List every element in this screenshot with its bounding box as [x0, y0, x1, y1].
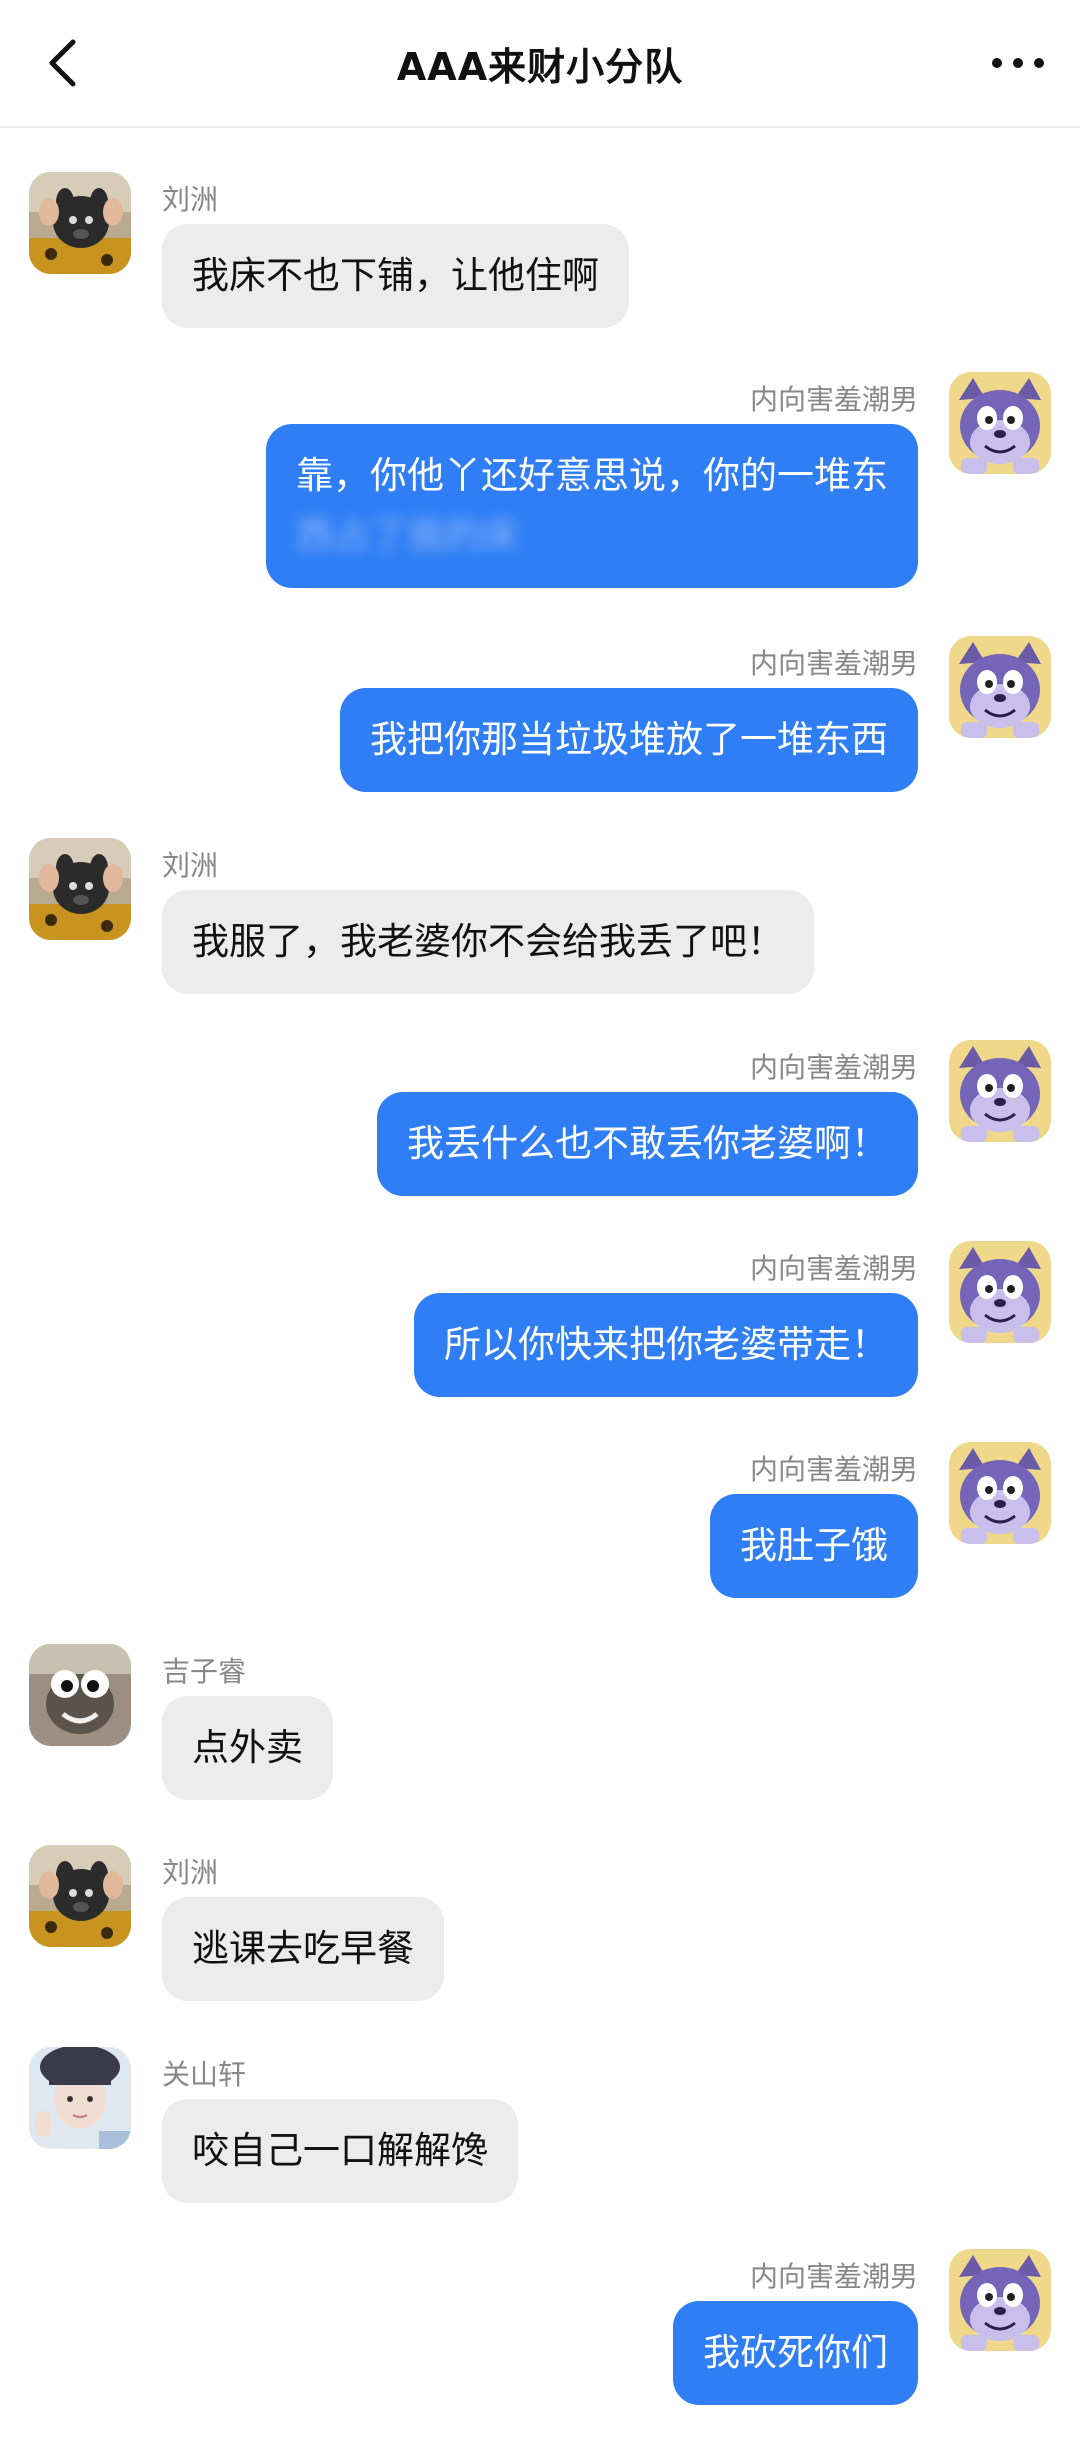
message-text: 我丢什么也不敢丢你老婆啊！ [407, 1122, 888, 1165]
message-bubble[interactable]: 我肚子饿 [710, 1494, 918, 1598]
avatar-guanshanxuan[interactable] [29, 2047, 131, 2149]
sender-name: 内向害羞潮男 [749, 647, 918, 680]
chat-title: AAA来财小分队 [396, 44, 684, 89]
sender-name: 内向害羞潮男 [749, 1051, 918, 1084]
message-text: 逃课去吃早餐 [192, 1927, 414, 1970]
sender-name: 关山轩 [162, 2058, 247, 2091]
sender-name: 吉子睿 [162, 1655, 247, 1688]
sender-name: 内向害羞潮男 [749, 1252, 918, 1285]
avatar-tom-cat[interactable] [949, 372, 1051, 474]
message-bubble[interactable]: 我砍死你们 [673, 2301, 918, 2405]
sender-name: 刘洲 [162, 183, 219, 216]
message-bubble[interactable]: 我床不也下铺，让他住啊 [162, 224, 629, 328]
avatar-tom-cat[interactable] [949, 1241, 1051, 1343]
avatar-tom-cat[interactable] [949, 2249, 1051, 2351]
message-bubble[interactable]: 靠，你他丫还好意思说，你的一堆东 西占了我的床 [266, 424, 918, 588]
avatar-tom-cat[interactable] [949, 1442, 1051, 1544]
message-text: 我服了，我老婆你不会给我丢了吧！ [192, 920, 784, 963]
message-text: 我砍死你们 [703, 2331, 888, 2374]
avatar-tom-cat[interactable] [949, 1040, 1051, 1142]
message-text: 我肚子饿 [740, 1524, 888, 1567]
avatar-jizirui[interactable] [29, 1644, 131, 1746]
sender-name: 刘洲 [162, 849, 219, 882]
message-text: 我把你那当垃圾堆放了一堆东西 [370, 718, 888, 761]
more-button[interactable] [982, 40, 1054, 86]
avatar-tom-cat[interactable] [949, 636, 1051, 738]
sender-name: 内向害羞潮男 [749, 2260, 918, 2293]
message-text: 咬自己一口解解馋 [192, 2129, 488, 2172]
sender-name: 刘洲 [162, 1856, 219, 1889]
avatar-liuzhou[interactable] [29, 838, 131, 940]
message-text: 所以你快来把你老婆带走！ [444, 1323, 888, 1366]
avatar-liuzhou[interactable] [29, 172, 131, 274]
message-text: 靠，你他丫还好意思说，你的一堆东 [296, 454, 888, 497]
message-bubble[interactable]: 我服了，我老婆你不会给我丢了吧！ [162, 890, 814, 994]
sender-name: 内向害羞潮男 [749, 1453, 918, 1486]
message-text-blurred: 西占了我的床 [296, 514, 518, 557]
chat-header: AAA来财小分队 [0, 0, 1080, 128]
more-horizontal-icon [992, 58, 1044, 68]
message-bubble[interactable]: 咬自己一口解解馋 [162, 2099, 518, 2203]
avatar-liuzhou[interactable] [29, 1845, 131, 1947]
message-bubble[interactable]: 所以你快来把你老婆带走！ [414, 1293, 918, 1397]
message-bubble[interactable]: 我把你那当垃圾堆放了一堆东西 [340, 688, 918, 792]
message-text: 我床不也下铺，让他住啊 [192, 254, 599, 297]
message-text: 点外卖 [192, 1726, 303, 1769]
message-bubble[interactable]: 逃课去吃早餐 [162, 1897, 444, 2001]
message-bubble[interactable]: 我丢什么也不敢丢你老婆啊！ [377, 1092, 918, 1196]
sender-name: 内向害羞潮男 [749, 383, 918, 416]
message-bubble[interactable]: 点外卖 [162, 1696, 333, 1800]
